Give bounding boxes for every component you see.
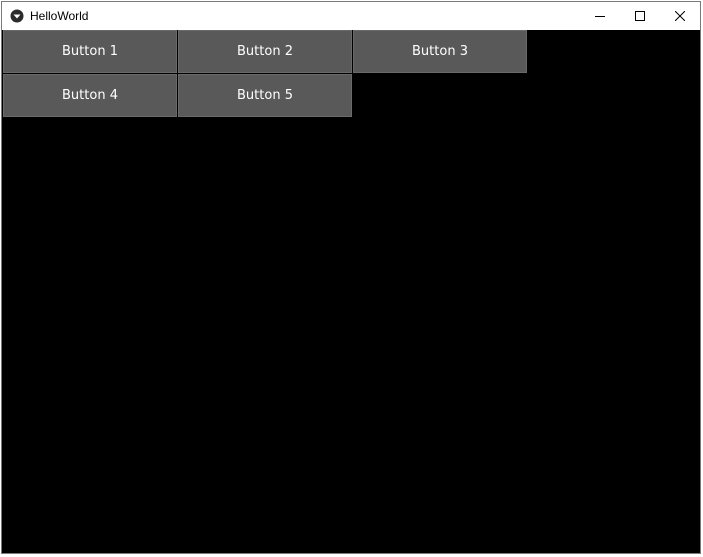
console-strip [2,552,700,553]
title-bar[interactable]: HelloWorld [2,2,700,30]
kivy-logo-icon [10,9,24,23]
maximize-icon [635,11,645,21]
minimize-icon [595,11,605,21]
close-icon [675,11,685,21]
button-1[interactable]: Button 1 [3,30,177,73]
button-grid: Button 1 Button 2 Button 3 Button 4 Butt… [3,30,527,117]
minimize-button[interactable] [580,2,620,30]
button-4[interactable]: Button 4 [3,74,177,117]
button-3[interactable]: Button 3 [353,30,527,73]
app-content: Button 1 Button 2 Button 3 Button 4 Butt… [2,30,700,553]
app-window: HelloWorld Button 1 Button 2 Button 3 Bu… [1,1,701,554]
close-button[interactable] [660,2,700,30]
window-controls [580,2,700,30]
button-5[interactable]: Button 5 [178,74,352,117]
button-2[interactable]: Button 2 [178,30,352,73]
window-title: HelloWorld [30,9,89,23]
maximize-button[interactable] [620,2,660,30]
